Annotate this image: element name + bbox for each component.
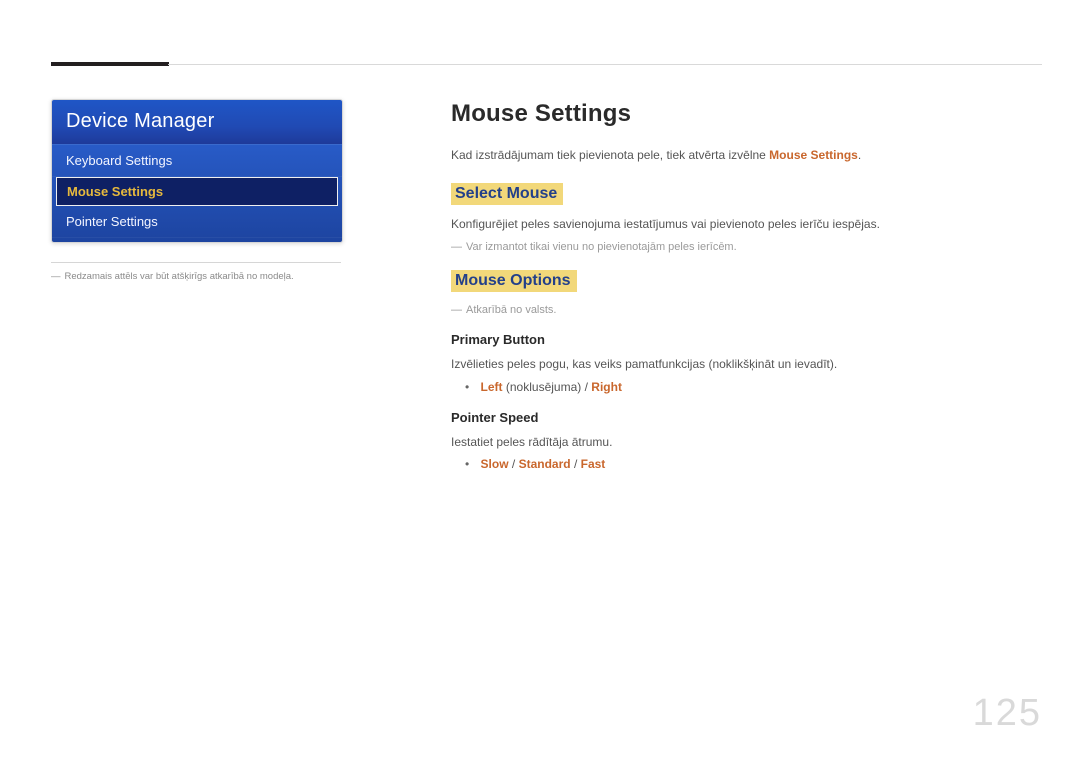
heading-mouse-options: Mouse Options	[451, 270, 577, 292]
page-title: Mouse Settings	[451, 100, 1030, 128]
option-separator: /	[574, 457, 581, 471]
intro-text: Kad izstrādājumam tiek pievienota pele, …	[451, 148, 769, 162]
image-disclaimer: Redzamais attēls var būt atšķirīgs atkar…	[51, 270, 351, 283]
heading-pointer-speed: Pointer Speed	[451, 410, 1030, 425]
page-number: 125	[973, 692, 1042, 735]
mouse-options-note: Atkarībā no valsts.	[451, 302, 1030, 319]
content-area: Mouse Settings Kad izstrādājumam tiek pi…	[451, 100, 1030, 487]
pointer-speed-option-row: Slow / Standard / Fast	[465, 457, 1030, 471]
primary-button-options: Left (noklusējuma) / Right	[451, 380, 1030, 394]
pointer-speed-options: Slow / Standard / Fast	[451, 457, 1030, 471]
option-default-label: (noklusējuma)	[506, 380, 585, 394]
heading-select-mouse: Select Mouse	[451, 183, 563, 205]
option-left: Left	[481, 380, 503, 394]
panel-title: Device Manager	[52, 100, 342, 145]
device-manager-panel: Device Manager Keyboard Settings Mouse S…	[51, 99, 343, 243]
intro-highlight: Mouse Settings	[769, 148, 858, 162]
option-right: Right	[591, 380, 622, 394]
select-mouse-note: Var izmantot tikai vienu no pievienotajā…	[451, 239, 1030, 256]
page-divider	[168, 64, 1042, 65]
menu-item-pointer-settings[interactable]: Pointer Settings	[52, 206, 342, 238]
panel-body: Keyboard Settings Mouse Settings Pointer…	[52, 145, 342, 242]
option-separator: /	[512, 457, 519, 471]
option-slow: Slow	[481, 457, 509, 471]
primary-button-option-row: Left (noklusējuma) / Right	[465, 380, 1030, 394]
option-standard: Standard	[519, 457, 571, 471]
intro-paragraph: Kad izstrādājumam tiek pievienota pele, …	[451, 146, 1030, 165]
menu-item-keyboard-settings[interactable]: Keyboard Settings	[52, 145, 342, 177]
option-fast: Fast	[581, 457, 606, 471]
note-divider	[51, 262, 341, 263]
primary-button-desc: Izvēlieties peles pogu, kas veiks pamatf…	[451, 355, 1030, 374]
menu-item-mouse-settings[interactable]: Mouse Settings	[56, 177, 338, 206]
chapter-marker	[51, 62, 169, 66]
intro-suffix: .	[858, 148, 861, 162]
select-mouse-desc: Konfigurējiet peles savienojuma iestatīj…	[451, 215, 1030, 234]
heading-primary-button: Primary Button	[451, 332, 1030, 347]
pointer-speed-desc: Iestatiet peles rādītāja ātrumu.	[451, 433, 1030, 452]
